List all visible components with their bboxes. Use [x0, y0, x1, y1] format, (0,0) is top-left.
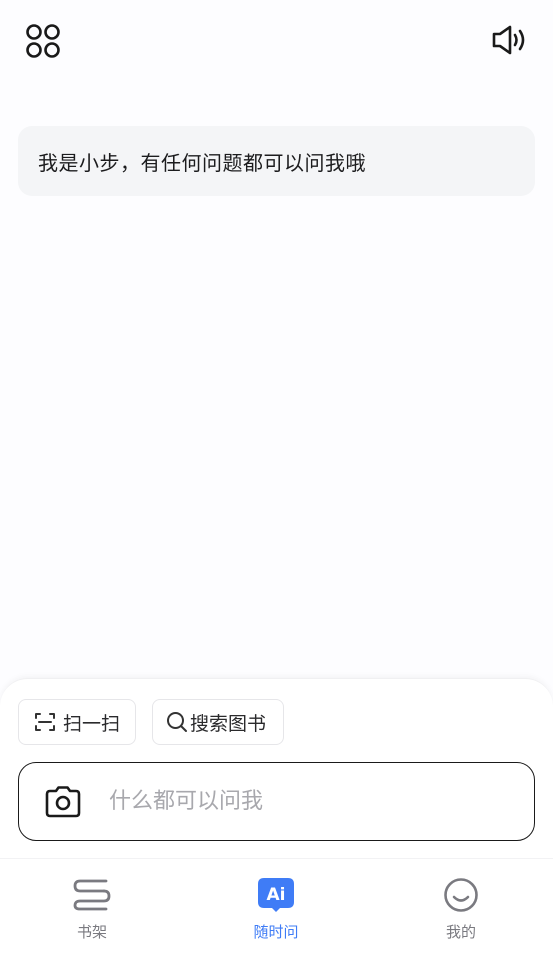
- camera-button[interactable]: [43, 782, 83, 822]
- assistant-message-text: 我是小步，有任何问题都可以问我哦: [38, 150, 366, 175]
- grid-apps-icon: [26, 24, 60, 58]
- tab-bookshelf[interactable]: 书架: [32, 859, 152, 953]
- speaker-button[interactable]: [490, 22, 530, 58]
- ask-input[interactable]: [109, 781, 509, 821]
- search-books-label: 搜索图书: [190, 712, 267, 735]
- tab-bookshelf-label: 书架: [76, 923, 107, 941]
- tab-me[interactable]: 我的: [401, 859, 521, 953]
- tab-ask-anytime[interactable]: Ai 随时问: [216, 859, 336, 953]
- scan-button-label: 扫一扫: [63, 712, 121, 735]
- svg-text:Ai: Ai: [267, 885, 286, 905]
- assistant-message-bubble: 我是小步，有任何问题都可以问我哦: [18, 126, 535, 196]
- search-books-button[interactable]: 搜索图书: [152, 699, 284, 745]
- scan-icon: [35, 713, 55, 731]
- composer: [18, 762, 535, 841]
- input-panel: 扫一扫 搜索图书: [0, 678, 553, 861]
- app-screen: 我是小步，有任何问题都可以问我哦 扫一扫 搜索图书 什么都可以问我 书架 Ai …: [0, 0, 553, 953]
- search-icon: [167, 712, 187, 732]
- camera-icon: [45, 786, 81, 818]
- scan-button[interactable]: 扫一扫: [18, 699, 136, 745]
- tab-ask-anytime-label: 随时问: [253, 923, 299, 941]
- smile-icon: [444, 878, 478, 912]
- top-bar: [0, 0, 553, 80]
- bottom-tab-bar: 书架 Ai 随时问 我的: [0, 858, 553, 953]
- apps-button[interactable]: [23, 21, 63, 61]
- ai-icon: Ai: [258, 878, 294, 912]
- tab-me-label: 我的: [445, 923, 476, 941]
- speaker-icon: [492, 25, 525, 55]
- bookshelf-icon: [73, 879, 111, 911]
